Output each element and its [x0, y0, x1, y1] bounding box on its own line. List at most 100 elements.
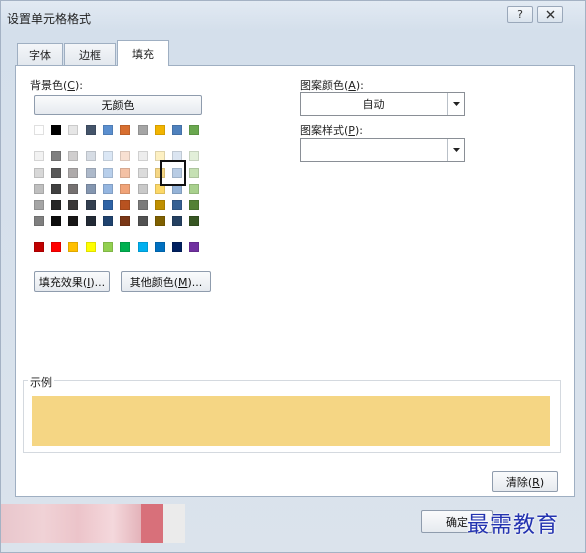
- dropdown-arrow-icon[interactable]: [447, 93, 464, 115]
- tab-border-label: 边框: [79, 48, 101, 62]
- theme-shade-swatch[interactable]: [34, 151, 44, 161]
- standard-color-swatch[interactable]: [138, 242, 148, 252]
- theme-shade-swatch[interactable]: [120, 184, 130, 194]
- theme-shade-swatch[interactable]: [51, 200, 61, 210]
- pattern-color-dropdown[interactable]: 自动: [300, 92, 465, 116]
- dropdown-arrow-icon[interactable]: [447, 139, 464, 161]
- theme-shade-swatch[interactable]: [34, 184, 44, 194]
- theme-shade-swatch[interactable]: [51, 184, 61, 194]
- standard-color-swatch[interactable]: [86, 242, 96, 252]
- theme-color-swatch[interactable]: [86, 125, 96, 135]
- theme-shade-swatch[interactable]: [68, 200, 78, 210]
- theme-shade-swatch[interactable]: [138, 216, 148, 226]
- theme-color-swatch[interactable]: [103, 125, 113, 135]
- pattern-style-value: [301, 139, 446, 161]
- theme-shade-swatch[interactable]: [103, 168, 113, 178]
- format-cells-dialog: 设置单元格格式 ? 字体 边框 填充 背景色(C): 无颜色 填充效果(I)..…: [0, 0, 586, 553]
- theme-color-swatch[interactable]: [138, 125, 148, 135]
- theme-color-swatch[interactable]: [120, 125, 130, 135]
- theme-shade-swatch[interactable]: [68, 168, 78, 178]
- theme-shade-swatch[interactable]: [34, 216, 44, 226]
- theme-color-swatch[interactable]: [172, 125, 182, 135]
- theme-shade-swatch[interactable]: [86, 151, 96, 161]
- standard-color-swatch[interactable]: [155, 242, 165, 252]
- close-icon: [546, 10, 554, 19]
- theme-shade-swatch[interactable]: [138, 168, 148, 178]
- no-color-button[interactable]: 无颜色: [34, 95, 202, 115]
- sample-swatch: [32, 396, 550, 446]
- pattern-style-label: 图案样式(P):: [300, 124, 363, 137]
- pattern-style-dropdown[interactable]: [300, 138, 465, 162]
- theme-color-swatch[interactable]: [189, 125, 199, 135]
- ok-button-label: 确定: [446, 515, 468, 529]
- window-title: 设置单元格格式: [7, 12, 92, 26]
- clear-button-label: 清除(R): [505, 475, 545, 489]
- tab-fill-label: 填充: [132, 47, 154, 61]
- theme-shade-swatch[interactable]: [86, 168, 96, 178]
- theme-shade-swatch[interactable]: [103, 216, 113, 226]
- theme-shade-swatch[interactable]: [68, 184, 78, 194]
- title-bar: 设置单元格格式 ?: [1, 1, 585, 31]
- theme-shade-swatch[interactable]: [51, 168, 61, 178]
- theme-shade-swatch[interactable]: [138, 151, 148, 161]
- tab-font-label: 字体: [29, 48, 51, 62]
- theme-shade-swatch[interactable]: [189, 200, 199, 210]
- blurred-region: [1, 504, 141, 543]
- theme-shade-swatch[interactable]: [103, 200, 113, 210]
- watermark-text: 最需教育: [467, 513, 560, 538]
- theme-shade-swatch[interactable]: [51, 216, 61, 226]
- more-colors-button[interactable]: 其他颜色(M)...: [121, 271, 211, 292]
- standard-color-swatch[interactable]: [103, 242, 113, 252]
- theme-color-swatch[interactable]: [68, 125, 78, 135]
- theme-shade-swatch[interactable]: [138, 184, 148, 194]
- theme-shade-swatch[interactable]: [189, 151, 199, 161]
- theme-shade-swatch[interactable]: [120, 151, 130, 161]
- standard-color-swatch[interactable]: [68, 242, 78, 252]
- theme-shade-swatch[interactable]: [103, 151, 113, 161]
- theme-shade-swatch[interactable]: [103, 184, 113, 194]
- theme-shade-swatch[interactable]: [68, 151, 78, 161]
- theme-color-swatch[interactable]: [155, 125, 165, 135]
- theme-color-swatch[interactable]: [51, 125, 61, 135]
- pattern-color-value: 自动: [362, 98, 385, 111]
- theme-shade-swatch[interactable]: [155, 216, 165, 226]
- theme-shade-swatch[interactable]: [34, 200, 44, 210]
- clear-button[interactable]: 清除(R): [492, 471, 558, 492]
- theme-shade-swatch[interactable]: [86, 216, 96, 226]
- standard-color-swatch[interactable]: [172, 242, 182, 252]
- standard-color-swatch[interactable]: [189, 242, 199, 252]
- background-color-label: 背景色(C):: [30, 79, 83, 92]
- help-button[interactable]: ?: [507, 6, 533, 23]
- theme-shade-swatch[interactable]: [120, 168, 130, 178]
- fill-effects-button-label: 填充效果(I)...: [38, 275, 106, 289]
- standard-color-swatch[interactable]: [34, 242, 44, 252]
- theme-shade-swatch[interactable]: [34, 168, 44, 178]
- theme-shade-swatch[interactable]: [189, 216, 199, 226]
- theme-shade-swatch[interactable]: [172, 200, 182, 210]
- sample-label: 示例: [28, 374, 54, 390]
- fill-effects-button[interactable]: 填充效果(I)...: [34, 271, 110, 292]
- theme-shade-swatch[interactable]: [120, 216, 130, 226]
- standard-color-swatch[interactable]: [51, 242, 61, 252]
- theme-color-swatch[interactable]: [34, 125, 44, 135]
- tab-border[interactable]: 边框: [64, 43, 116, 65]
- help-icon: ?: [517, 8, 523, 21]
- theme-shade-swatch[interactable]: [86, 200, 96, 210]
- tab-font[interactable]: 字体: [17, 43, 63, 65]
- theme-shade-swatch[interactable]: [138, 200, 148, 210]
- theme-shade-swatch[interactable]: [120, 200, 130, 210]
- blurred-region: [141, 504, 163, 543]
- theme-shade-swatch[interactable]: [155, 200, 165, 210]
- theme-shade-swatch[interactable]: [189, 168, 199, 178]
- theme-shade-swatch[interactable]: [189, 184, 199, 194]
- close-button[interactable]: [537, 6, 563, 23]
- tab-fill[interactable]: 填充: [117, 40, 169, 66]
- theme-shade-swatch[interactable]: [68, 216, 78, 226]
- standard-color-swatch[interactable]: [120, 242, 130, 252]
- pattern-color-label: 图案颜色(A):: [300, 79, 364, 92]
- theme-shade-swatch[interactable]: [51, 151, 61, 161]
- theme-shade-swatch[interactable]: [86, 184, 96, 194]
- theme-shade-swatch[interactable]: [172, 216, 182, 226]
- no-color-button-label: 无颜色: [101, 99, 135, 112]
- blurred-region: [163, 504, 185, 543]
